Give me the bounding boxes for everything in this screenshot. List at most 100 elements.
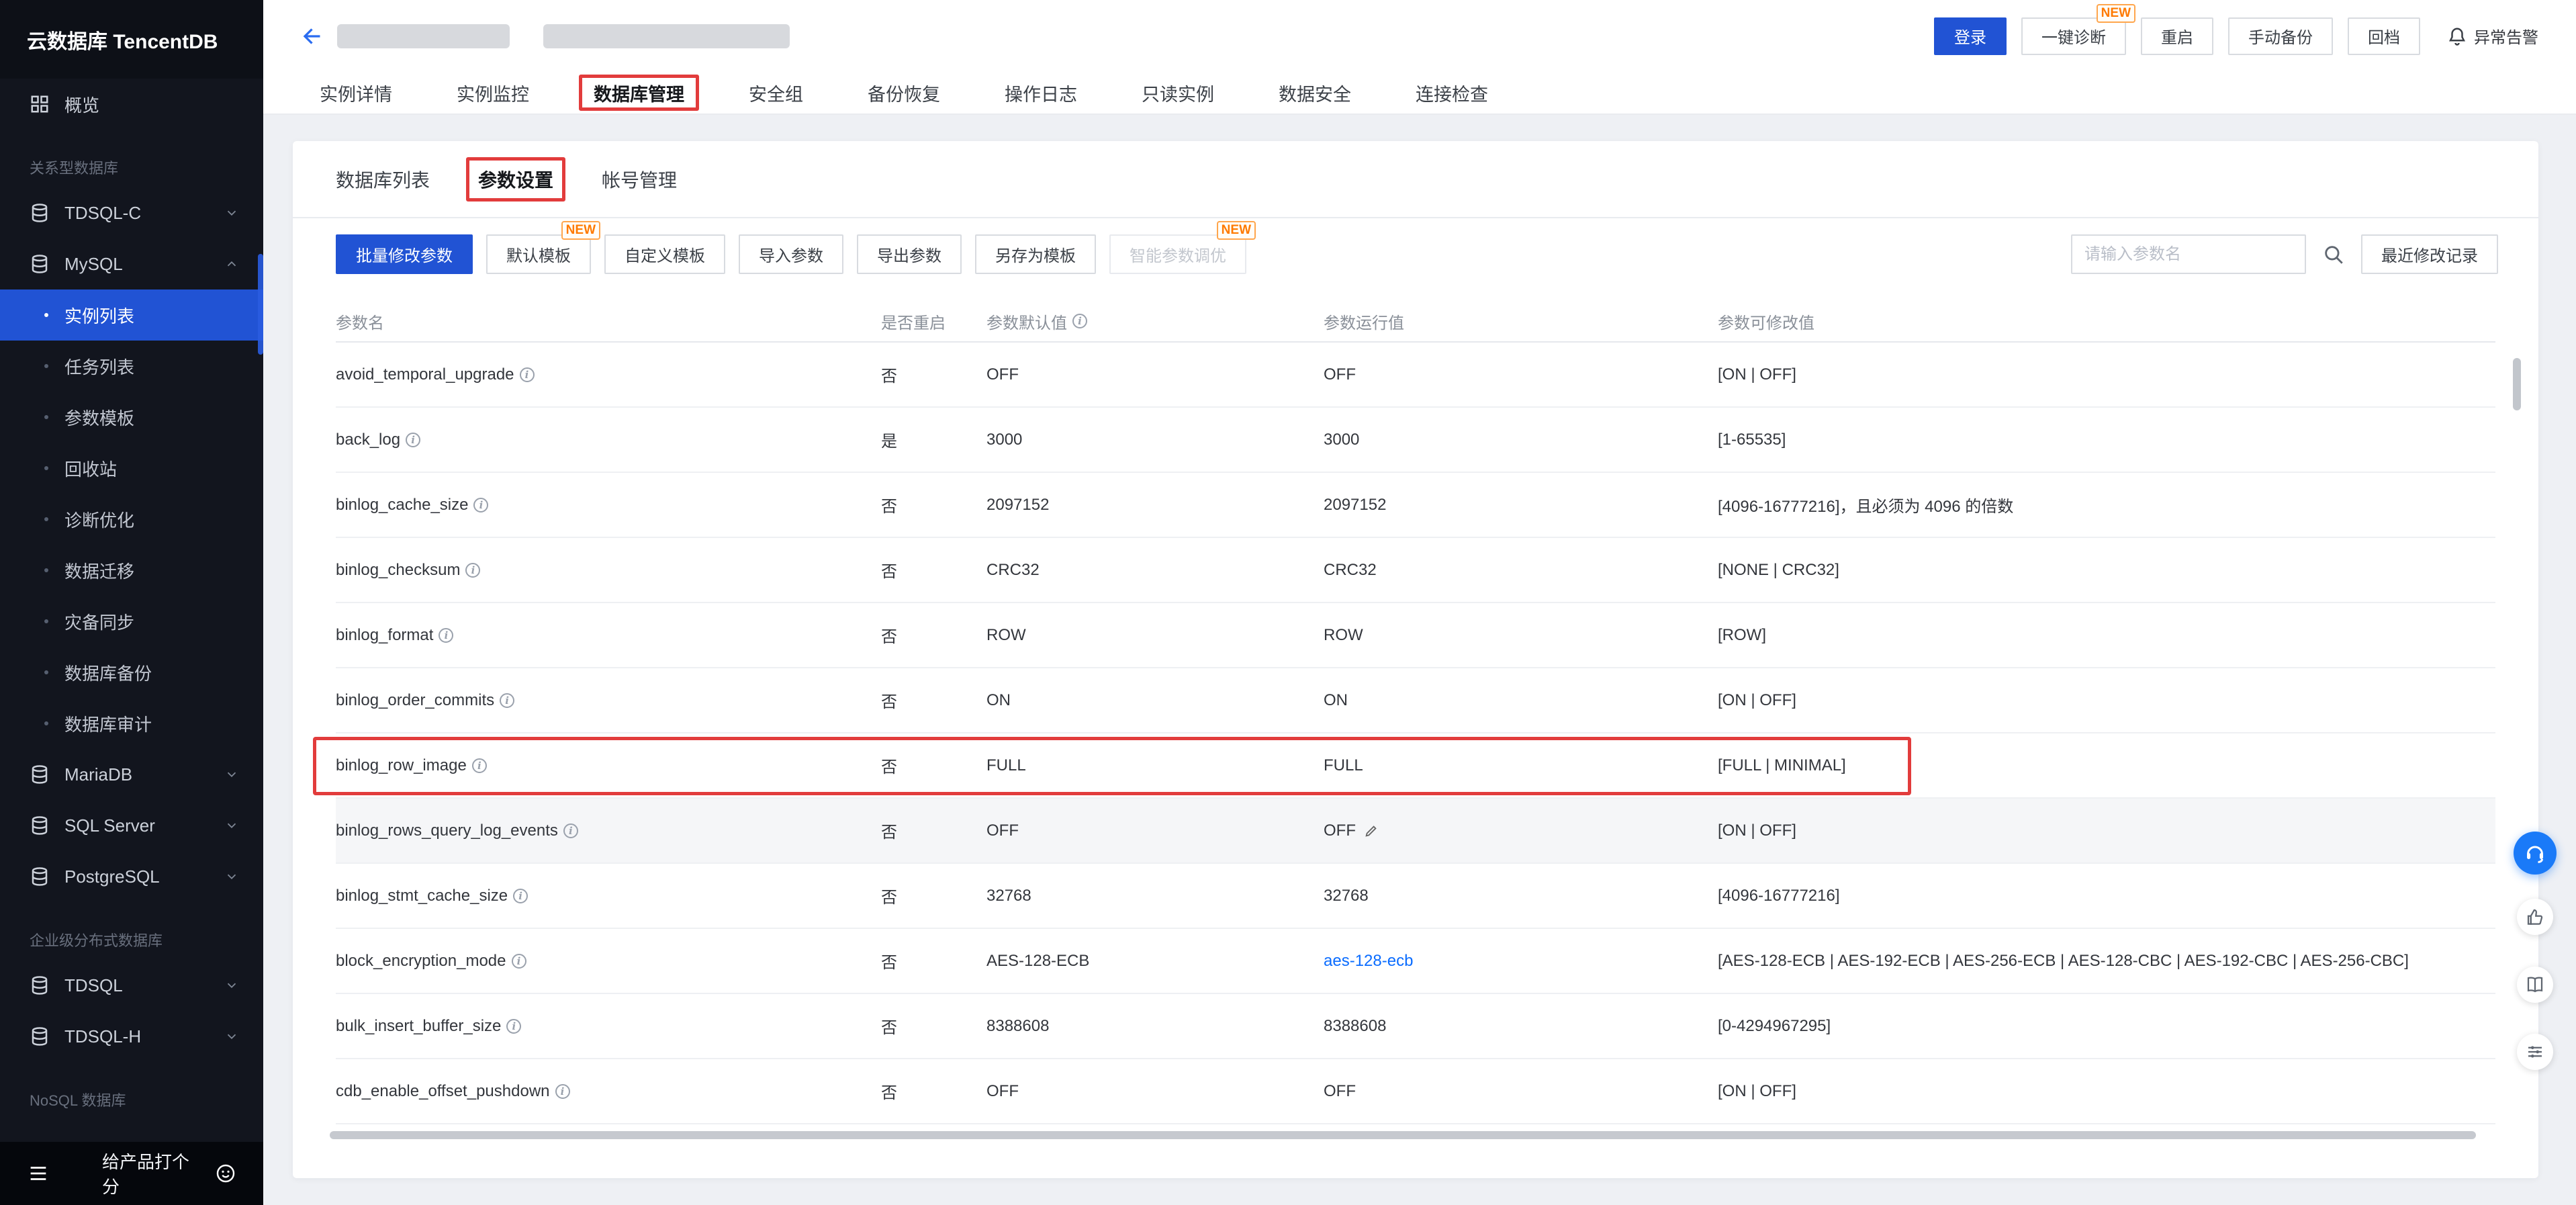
toolbar-button[interactable]: 另存为模板 — [975, 234, 1096, 274]
table-row[interactable]: binlog_rows_query_log_events否OFFOFF[ON |… — [336, 799, 2495, 864]
info-icon — [1072, 314, 1087, 328]
running-value[interactable]: aes-128-ecb — [1324, 952, 1413, 971]
table-row[interactable]: avoid_temporal_upgrade否OFFOFF[ON | OFF] — [336, 343, 2495, 408]
sidebar-subitem[interactable]: 实例列表 — [0, 289, 263, 341]
sidebar-item[interactable]: SQL Server — [0, 800, 263, 851]
sidebar-subitem[interactable]: 诊断优化 — [0, 494, 263, 545]
restart-required-value: 否 — [881, 623, 897, 647]
default-value: ROW — [986, 626, 1026, 645]
sidebar-item-label: TDSQL-H — [64, 1026, 141, 1047]
header-button[interactable]: 重启 — [2141, 17, 2213, 55]
tab-5[interactable]: 操作日志 — [1005, 72, 1077, 114]
tab-6[interactable]: 只读实例 — [1142, 72, 1214, 114]
toolbar-button[interactable]: 导出参数 — [857, 234, 962, 274]
restart-required-cell: 否 — [881, 363, 986, 386]
table-row[interactable]: binlog_stmt_cache_size否3276832768[4096-1… — [336, 864, 2495, 929]
rate-product-label[interactable]: 给产品打个分 — [102, 1149, 205, 1198]
feedback-button[interactable] — [2517, 899, 2553, 935]
sidebar-subitem-label: 参数模板 — [64, 405, 134, 430]
sidebar-subitem[interactable]: 参数模板 — [0, 392, 263, 443]
table-row[interactable]: bulk_insert_buffer_size否83886088388608[0… — [336, 994, 2495, 1059]
sidebar-scrollbar[interactable] — [258, 254, 263, 355]
sidebar-subitem[interactable]: 灾备同步 — [0, 596, 263, 647]
sidebar-subitem[interactable]: 任务列表 — [0, 341, 263, 392]
thumbs-up-icon — [2525, 907, 2545, 927]
default-value: CRC32 — [986, 561, 1040, 580]
tab-3[interactable]: 安全组 — [749, 72, 803, 114]
survey-button[interactable] — [2517, 1034, 2553, 1070]
sidebar-subitem-label: 实例列表 — [64, 303, 134, 328]
search-input[interactable] — [2071, 234, 2306, 274]
toolbar-button[interactable]: 导入参数 — [739, 234, 843, 274]
docs-button[interactable] — [2517, 967, 2553, 1003]
tab-1[interactable]: 实例监控 — [457, 72, 529, 114]
table-row[interactable]: binlog_format否ROWROW[ROW] — [336, 603, 2495, 668]
header-button[interactable]: 登录 — [1934, 17, 2007, 55]
table-row[interactable]: binlog_order_commits否ONON[ON | OFF] — [336, 668, 2495, 733]
sidebar-subitem[interactable]: 数据库审计 — [0, 698, 263, 749]
sidebar-item[interactable]: 概览 — [0, 79, 263, 130]
restart-required-value: 否 — [881, 884, 897, 907]
default-value: 32768 — [986, 887, 1031, 905]
param-name-cell: avoid_temporal_upgrade — [336, 365, 881, 384]
table-row[interactable]: binlog_cache_size否20971522097152[4096-16… — [336, 473, 2495, 538]
toolbar-button[interactable]: 自定义模板 — [604, 234, 725, 274]
modifiable-value: [4096-16777216] — [1718, 887, 1840, 905]
sidebar-item[interactable]: MariaDB — [0, 749, 263, 800]
sidebar-subitem-label: 数据库审计 — [64, 711, 152, 736]
alarm-button[interactable]: 异常告警 — [2447, 24, 2538, 48]
header-button[interactable]: 手动备份 — [2228, 17, 2333, 55]
header-button-label: 手动备份 — [2248, 24, 2313, 48]
tab-4[interactable]: 备份恢复 — [868, 72, 940, 114]
info-icon — [439, 628, 453, 643]
table-row[interactable]: back_log是30003000[1-65535] — [336, 408, 2495, 473]
tab-8[interactable]: 连接检查 — [1416, 72, 1488, 114]
parameters-table: 参数名是否重启参数默认值参数运行值参数可修改值 avoid_temporal_u… — [336, 301, 2495, 1124]
new-badge: NEW — [2097, 4, 2135, 23]
header-button[interactable]: 回档 — [2348, 17, 2420, 55]
sidebar-item[interactable]: MySQL — [0, 238, 263, 289]
history-button[interactable]: 最近修改记录 — [2361, 234, 2498, 274]
param-name: binlog_rows_query_log_events — [336, 821, 558, 840]
sidebar-subitem[interactable]: 数据迁移 — [0, 545, 263, 596]
customer-service-button[interactable] — [2514, 832, 2557, 875]
sidebar-nav: 概览关系型数据库TDSQL-CMySQL实例列表任务列表参数模板回收站诊断优化数… — [0, 79, 263, 1142]
sidebar-subitem[interactable]: 回收站 — [0, 443, 263, 494]
header-button[interactable]: 一键诊断NEW — [2021, 17, 2126, 55]
table-row[interactable]: cdb_enable_offset_pushdown否OFFOFF[ON | O… — [336, 1059, 2495, 1124]
table-row[interactable]: binlog_checksum否CRC32CRC32[NONE | CRC32] — [336, 538, 2495, 603]
toolbar-button[interactable]: 智能参数调优NEW — [1109, 234, 1246, 274]
tab-7[interactable]: 数据安全 — [1279, 72, 1351, 114]
table-row[interactable]: block_encryption_mode否AES-128-ECBaes-128… — [336, 929, 2495, 994]
default-value: OFF — [986, 1082, 1019, 1101]
subtab-1[interactable]: 参数设置 — [478, 141, 553, 217]
search-icon[interactable] — [2322, 243, 2345, 266]
table-row[interactable]: binlog_row_image否FULLFULL[FULL | MINIMAL… — [336, 733, 2495, 799]
sidebar-subitem[interactable]: 数据库备份 — [0, 647, 263, 698]
restart-required-cell: 否 — [881, 819, 986, 842]
sidebar-item[interactable]: TDSQL-H — [0, 1011, 263, 1062]
running-value-cell: ROW — [1324, 626, 1718, 645]
table-horizontal-scrollbar[interactable] — [330, 1131, 2476, 1139]
sidebar-item[interactable]: TDSQL — [0, 960, 263, 1011]
info-icon — [520, 367, 535, 382]
collapse-menu-icon[interactable] — [27, 1162, 50, 1185]
subtab-0[interactable]: 数据库列表 — [336, 141, 430, 217]
edit-icon[interactable] — [1364, 823, 1379, 838]
tab-2[interactable]: 数据库管理 — [594, 72, 684, 114]
column-header-label: 参数名 — [336, 310, 384, 333]
table-vertical-scrollbar[interactable] — [2513, 358, 2521, 410]
database-icon — [30, 1026, 50, 1046]
param-name: block_encryption_mode — [336, 952, 506, 971]
sidebar-item[interactable]: PostgreSQL — [0, 851, 263, 902]
restart-required-cell: 否 — [881, 949, 986, 973]
toolbar-button[interactable]: 默认模板NEW — [486, 234, 591, 274]
tab-0[interactable]: 实例详情 — [320, 72, 392, 114]
back-icon[interactable] — [301, 24, 325, 48]
toolbar-button[interactable]: 批量修改参数 — [336, 234, 473, 274]
subtab-bar: 数据库列表参数设置帐号管理 — [293, 141, 2538, 218]
subtab-2[interactable]: 帐号管理 — [602, 141, 677, 217]
sidebar-item[interactable]: TDSQL-C — [0, 187, 263, 238]
restart-required-value: 否 — [881, 363, 897, 386]
column-header: 参数运行值 — [1324, 310, 1718, 333]
